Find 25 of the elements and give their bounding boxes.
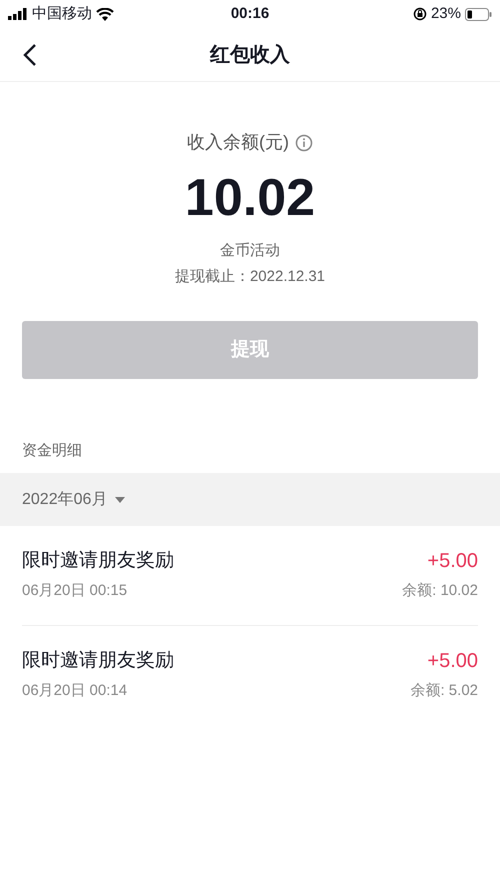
info-icon[interactable]: [295, 134, 313, 152]
transaction-balance: 余额: 5.02: [410, 680, 478, 700]
section-heading: 资金明细: [22, 442, 82, 459]
withdraw-deadline: 提现截止：2022.12.31: [174, 266, 326, 286]
transaction-time: 06月20日 00:15: [22, 581, 128, 601]
status-time: 00:16: [230, 4, 270, 24]
rotation-lock-icon: [412, 7, 427, 21]
transaction-amount: +5.00: [427, 648, 478, 674]
balance-label: 收入余额(元): [187, 131, 289, 154]
transaction-time: 06月20日 00:14: [22, 680, 128, 700]
battery-icon: [465, 8, 492, 20]
transaction-balance: 余额: 10.02: [402, 581, 478, 601]
month-filter[interactable]: 2022年06月: [0, 473, 500, 526]
signal-icon: [8, 8, 28, 20]
balance-amount: 10.02: [184, 168, 316, 228]
carrier-name: 中国移动: [32, 4, 92, 24]
transaction-title: 限时邀请朋友奖励: [22, 549, 174, 573]
transaction-title: 限时邀请朋友奖励: [22, 648, 174, 672]
wifi-icon: [96, 8, 114, 20]
dropdown-icon: [115, 496, 126, 502]
battery-percent: 23%: [430, 4, 461, 24]
transaction-amount: +5.00: [427, 549, 478, 574]
back-icon[interactable]: [22, 43, 38, 67]
page-title: 红包收入: [210, 42, 290, 68]
activity-name: 金币活动: [220, 241, 280, 261]
